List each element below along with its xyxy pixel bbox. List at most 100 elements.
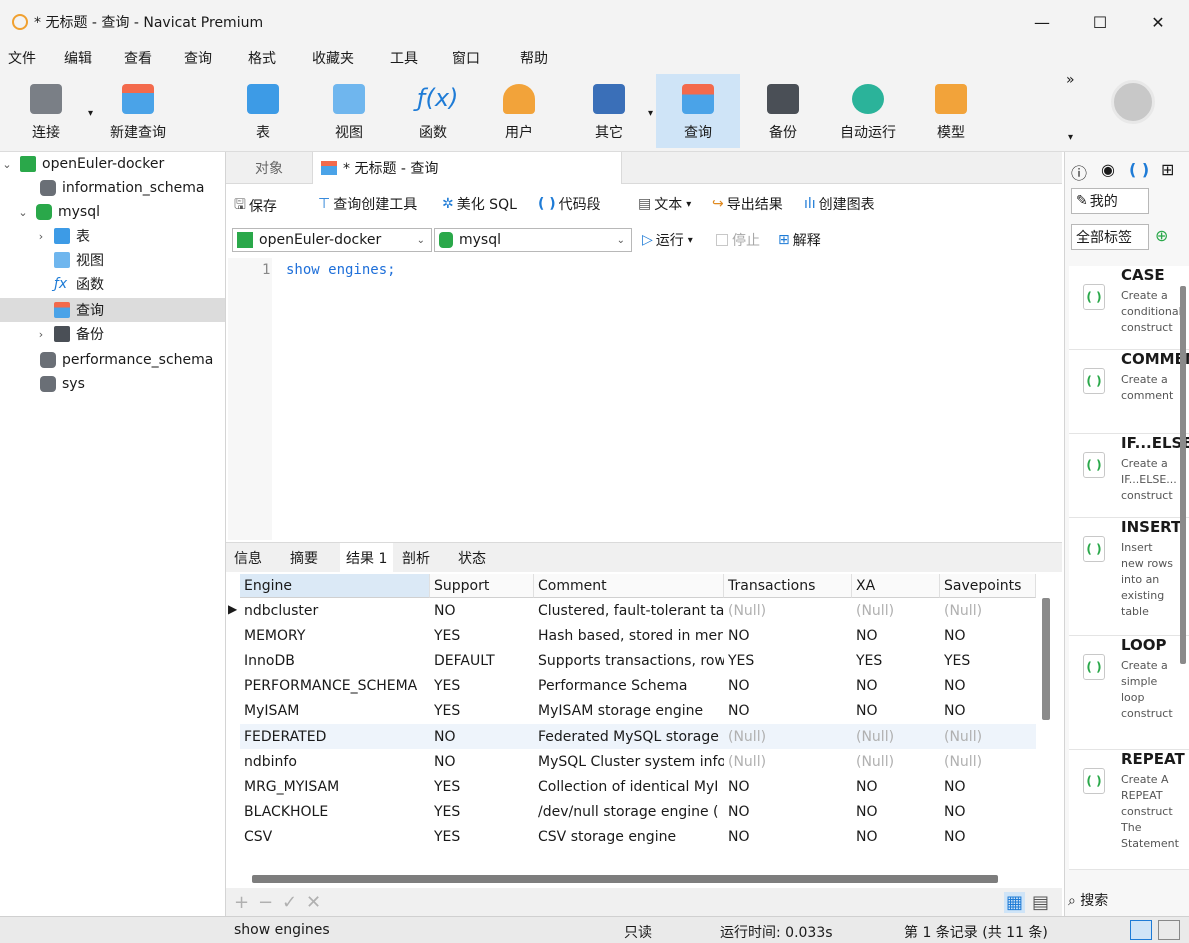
database-select[interactable]: mysql ⌄ — [434, 228, 632, 252]
snippet-card[interactable]: ( ) REPEAT Create A REPEAT construct The S… — [1069, 750, 1189, 870]
cell-engine[interactable]: MRG_MYISAM — [240, 774, 430, 799]
cell-engine[interactable]: InnoDB — [240, 648, 430, 673]
cell-savepoints[interactable]: (Null) — [940, 724, 1036, 749]
column-header-savepoints[interactable]: Savepoints — [940, 574, 1036, 598]
menu-format[interactable]: 格式 — [248, 48, 276, 68]
view-button[interactable]: 视图 — [316, 74, 382, 148]
cell-engine[interactable]: MEMORY — [240, 623, 430, 648]
snippet-card[interactable]: ( ) CASE Create a conditional construct — [1069, 266, 1189, 350]
cell-savepoints[interactable]: (Null) — [940, 749, 1036, 774]
cell-support[interactable]: YES — [430, 623, 534, 648]
snippet-button[interactable]: ( ) 代码段 — [538, 194, 601, 214]
cell-savepoints[interactable]: NO — [940, 774, 1036, 799]
cell-savepoints[interactable]: NO — [940, 623, 1036, 648]
cell-comment[interactable]: Federated MySQL storage — [534, 724, 724, 749]
connection-select[interactable]: openEuler-docker ⌄ — [232, 228, 432, 252]
tree-node-query[interactable]: 查询 — [0, 298, 225, 322]
tree-node-table[interactable]: › 表 — [0, 224, 225, 248]
cell-transactions[interactable]: NO — [724, 699, 852, 724]
cell-xa[interactable]: (Null) — [852, 749, 940, 774]
connect-dropdown-icon[interactable]: ▾ — [88, 108, 93, 119]
cell-xa[interactable]: NO — [852, 623, 940, 648]
menu-query[interactable]: 查询 — [184, 48, 212, 68]
tab-info[interactable]: 信息 — [234, 543, 262, 573]
cell-support[interactable]: YES — [430, 825, 534, 850]
cell-transactions[interactable]: (Null) — [724, 598, 852, 623]
cell-comment[interactable]: MyISAM storage engine — [534, 699, 724, 724]
cell-xa[interactable]: NO — [852, 800, 940, 825]
grid-view-icon[interactable]: ▦ — [1004, 892, 1026, 913]
tab-profile[interactable]: 剖析 — [402, 543, 430, 573]
cell-transactions[interactable]: NO — [724, 774, 852, 799]
chevron-down-icon[interactable]: ⌄ — [0, 158, 14, 171]
tab-status[interactable]: 状态 — [458, 543, 486, 573]
cell-savepoints[interactable]: NO — [940, 825, 1036, 850]
cell-support[interactable]: YES — [430, 674, 534, 699]
cell-savepoints[interactable]: YES — [940, 648, 1036, 673]
cell-comment[interactable]: MySQL Cluster system info — [534, 749, 724, 774]
menu-tools[interactable]: 工具 — [390, 48, 418, 68]
tree-node-view[interactable]: 视图 — [0, 248, 225, 272]
cell-comment[interactable]: /dev/null storage engine ( — [534, 800, 724, 825]
chevron-right-icon[interactable]: › — [34, 230, 48, 243]
add-row-icon[interactable]: + — [234, 892, 249, 913]
menu-file[interactable]: 文件 — [8, 48, 36, 68]
cell-engine[interactable]: ndbinfo — [240, 749, 430, 774]
cell-transactions[interactable]: (Null) — [724, 724, 852, 749]
cell-engine[interactable]: ndbcluster — [240, 598, 430, 623]
delete-row-icon[interactable]: − — [258, 892, 273, 913]
grid-vertical-scrollbar[interactable] — [1042, 598, 1050, 720]
snippet-owner-select[interactable]: ✎ 我的 — [1071, 188, 1149, 214]
save-button[interactable]: 🖫 保存 — [234, 194, 277, 218]
cell-comment[interactable]: Clustered, fault-tolerant ta — [534, 598, 724, 623]
toolbar-more-icon[interactable]: ▾ — [1068, 132, 1073, 143]
chevron-down-icon[interactable]: ⌄ — [16, 206, 30, 219]
cell-xa[interactable]: (Null) — [852, 724, 940, 749]
menu-edit[interactable]: 编辑 — [64, 48, 92, 68]
tree-db-performance-schema[interactable]: performance_schema — [0, 348, 225, 372]
export-result-button[interactable]: ↪ 导出结果 — [712, 194, 783, 214]
tree-connection[interactable]: ⌄ openEuler-docker — [0, 152, 225, 176]
text-button[interactable]: ▤ 文本 ▾ — [638, 194, 691, 214]
beautify-sql-button[interactable]: ✲ 美化 SQL — [442, 194, 517, 214]
column-header-xa[interactable]: XA — [852, 574, 940, 598]
function-button[interactable]: ƒ(x) 函数 — [400, 74, 466, 148]
column-header-engine[interactable]: Engine — [240, 574, 430, 598]
form-view-icon[interactable]: ▤ — [1032, 892, 1049, 913]
snippet-tag-select[interactable]: 全部标签 — [1071, 224, 1149, 250]
cell-support[interactable]: NO — [430, 724, 534, 749]
tab-objects[interactable]: 对象 — [226, 152, 312, 184]
explain-button[interactable]: ⊞ 解释 — [778, 230, 821, 250]
cell-xa[interactable]: NO — [852, 825, 940, 850]
cell-comment[interactable]: Supports transactions, row — [534, 648, 724, 673]
cell-xa[interactable]: NO — [852, 774, 940, 799]
cell-transactions[interactable]: NO — [724, 800, 852, 825]
grid-icon[interactable]: ⊞ — [1161, 160, 1174, 179]
stop-button[interactable]: 停止 — [716, 230, 760, 250]
discard-icon[interactable]: ✕ — [306, 892, 321, 913]
close-button[interactable]: ✕ — [1130, 0, 1186, 44]
user-button[interactable]: 用户 — [486, 74, 552, 148]
cell-comment[interactable]: Collection of identical MyI — [534, 774, 724, 799]
code-snippet-icon[interactable]: ( ) — [1129, 160, 1149, 179]
toolbar-overflow-button[interactable]: » — [1066, 72, 1075, 88]
tree-node-function[interactable]: ƒx 函数 — [0, 272, 225, 296]
tab-query[interactable]: * 无标题 - 查询 — [312, 152, 622, 184]
layout-toggle-left-icon[interactable] — [1130, 920, 1152, 940]
info-icon[interactable]: ⓘ — [1071, 160, 1087, 184]
cell-support[interactable]: YES — [430, 800, 534, 825]
automation-button[interactable]: 自动运行 — [830, 74, 906, 148]
cell-transactions[interactable]: (Null) — [724, 749, 852, 774]
column-header-comment[interactable]: Comment — [534, 574, 724, 598]
cell-engine[interactable]: BLACKHOLE — [240, 800, 430, 825]
snippet-card[interactable]: ( ) LOOP Create a simple loop construct — [1069, 636, 1189, 750]
grid-horizontal-scrollbar[interactable] — [252, 875, 998, 883]
cell-engine[interactable]: MyISAM — [240, 699, 430, 724]
table-button[interactable]: 表 — [230, 74, 296, 148]
create-chart-button[interactable]: ılı 创建图表 — [804, 194, 875, 214]
connect-button[interactable]: 连接 — [10, 74, 82, 148]
cell-comment[interactable]: Hash based, stored in mer — [534, 623, 724, 648]
tree-db-sys[interactable]: sys — [0, 372, 225, 396]
add-tag-icon[interactable]: ⊕ — [1155, 226, 1168, 245]
other-button[interactable]: 其它 — [576, 74, 642, 148]
